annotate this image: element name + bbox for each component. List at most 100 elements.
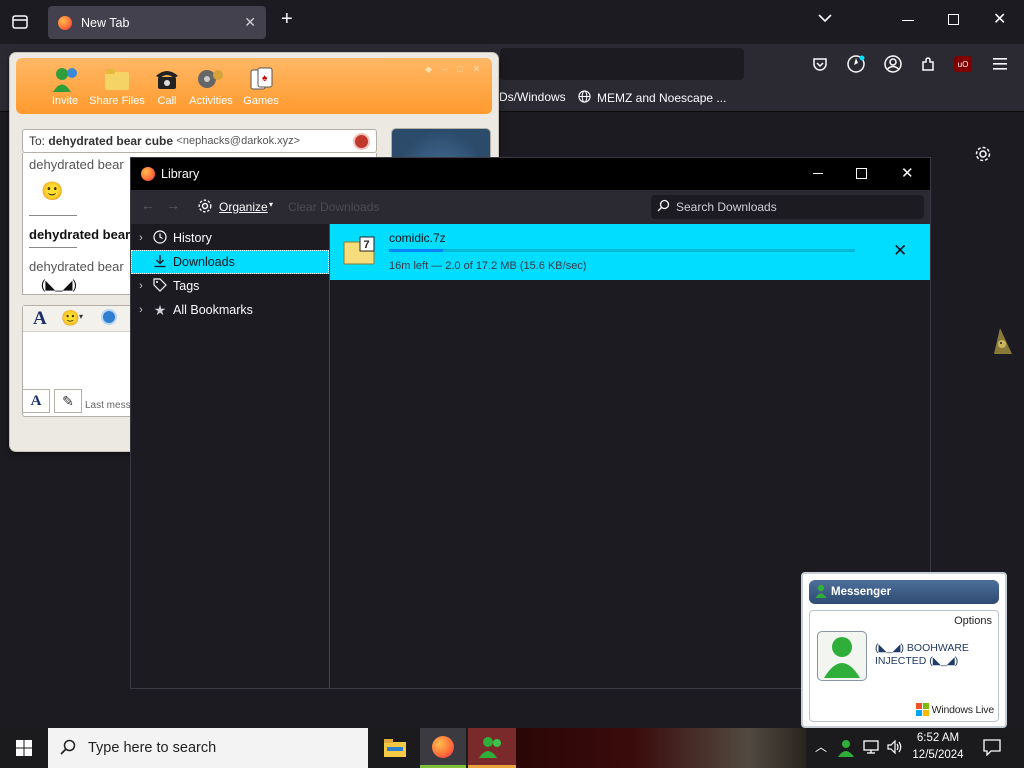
phone-icon xyxy=(156,71,178,89)
folder-icon xyxy=(384,739,406,757)
extensions-icon[interactable] xyxy=(914,50,942,78)
chevron-down-icon: ▾ xyxy=(269,200,274,209)
download-item[interactable]: 7 comidic.7z 16m left — 2.0 of 17.2 MB (… xyxy=(330,224,930,280)
messenger-buddy-icon xyxy=(479,736,501,758)
browser-tab[interactable]: New Tab ✕ xyxy=(48,6,266,39)
divider xyxy=(29,247,77,248)
library-maximize-icon[interactable] xyxy=(856,168,867,179)
library-title-bar: Library ✕ xyxy=(131,158,930,190)
window-close-icon[interactable]: ✕ xyxy=(993,9,1006,29)
account-icon[interactable] xyxy=(879,50,907,78)
invite-icon xyxy=(53,68,77,92)
tab-close-icon[interactable]: ✕ xyxy=(244,14,256,31)
messenger-tray-icon[interactable] xyxy=(838,739,854,760)
download-progress-track xyxy=(389,249,855,252)
url-bar[interactable] xyxy=(500,48,744,80)
toast-message: (◣_◢) BOOHWARE INJECTED (◣_◢) xyxy=(875,642,969,667)
clock-time[interactable]: 6:52 AM xyxy=(906,732,970,744)
toast-header: Messenger xyxy=(809,580,999,604)
cancel-download-icon[interactable]: ✕ xyxy=(893,241,907,261)
back-arrow-icon[interactable]: ← xyxy=(141,197,155,213)
globe-icon xyxy=(578,90,591,106)
windows-icon xyxy=(16,740,32,756)
star-icon: ★ xyxy=(153,301,167,318)
bookmark-item[interactable]: Ds/Windows xyxy=(499,90,566,104)
pocket-icon[interactable] xyxy=(806,50,834,78)
svg-text:7: 7 xyxy=(364,239,370,251)
toast-options-link[interactable]: Options xyxy=(954,615,992,627)
msn-invite-button[interactable]: Invite xyxy=(36,65,94,107)
desktop-creature-icon xyxy=(990,326,1014,359)
voice-clip-icon[interactable] xyxy=(101,309,117,325)
chevron-right-icon[interactable]: › xyxy=(131,232,151,244)
msn-window-controls: ◆ – □ ✕ xyxy=(425,64,480,75)
msn-minimize-icon[interactable]: – xyxy=(442,64,447,75)
search-placeholder: Search Downloads xyxy=(676,200,777,214)
firefox-icon xyxy=(432,735,454,758)
notifications-icon[interactable] xyxy=(983,739,1001,759)
download-filename: comidic.7z xyxy=(389,231,446,245)
taskbar-firefox[interactable] xyxy=(420,728,466,768)
restore-icon[interactable] xyxy=(948,14,959,25)
show-hidden-icons-icon[interactable]: ︿ xyxy=(815,738,827,755)
font-icon[interactable]: A xyxy=(33,308,47,330)
contact-email: <nephacks@darkok.xyz> xyxy=(176,135,301,147)
firefox-icon xyxy=(58,15,72,30)
taskbar-msn-messenger[interactable] xyxy=(468,728,516,768)
new-tab-button[interactable]: + xyxy=(281,8,293,31)
clock-date[interactable]: 12/5/2024 xyxy=(906,749,970,761)
sync-icon[interactable] xyxy=(842,50,870,78)
volume-icon[interactable] xyxy=(887,739,903,757)
emoticon-picker-icon[interactable]: 🙂 xyxy=(61,309,80,327)
firefox-icon xyxy=(141,167,155,181)
last-message-status: Last mess xyxy=(85,400,131,411)
chevron-down-icon[interactable]: ▾ xyxy=(79,312,83,321)
msn-games-button[interactable]: ♠ Games xyxy=(232,65,290,107)
start-button[interactable] xyxy=(0,728,48,768)
bookmark-item[interactable]: MEMZ and Noescape ... xyxy=(578,90,726,106)
menu-icon[interactable] xyxy=(986,50,1014,78)
library-close-icon[interactable]: ✕ xyxy=(901,164,914,182)
font-tab-icon[interactable]: A xyxy=(22,389,50,413)
taskbar-search-placeholder: Type here to search xyxy=(88,740,217,756)
taskbar-search-box[interactable]: Type here to search xyxy=(48,728,368,768)
organize-menu-button[interactable]: Organize xyxy=(219,200,268,214)
sidebar-item-all-bookmarks[interactable]: › ★ All Bookmarks xyxy=(131,298,329,322)
search-downloads-input[interactable]: Search Downloads xyxy=(651,195,924,219)
network-icon[interactable] xyxy=(863,740,879,757)
msn-close-icon[interactable]: ✕ xyxy=(472,64,480,75)
ublock-icon[interactable]: uO xyxy=(954,56,972,72)
conversation-line: dehydrated bear xyxy=(29,259,124,274)
clear-downloads-button[interactable]: Clear Downloads xyxy=(288,200,379,214)
windows-flag-icon xyxy=(915,703,929,716)
toast-title: Messenger xyxy=(831,586,892,598)
taskbar-file-explorer[interactable] xyxy=(372,728,418,768)
chevron-right-icon[interactable]: › xyxy=(131,304,151,316)
msn-maximize-icon[interactable]: □ xyxy=(457,64,462,75)
divider xyxy=(29,215,77,216)
tab-list-icon[interactable] xyxy=(6,8,34,36)
settings-gear-icon[interactable] xyxy=(974,145,992,166)
search-icon xyxy=(657,199,670,215)
download-icon xyxy=(151,254,169,271)
sidebar-item-history[interactable]: › History xyxy=(131,226,329,250)
sender-avatar xyxy=(817,631,867,681)
block-contact-icon[interactable] xyxy=(353,133,370,150)
library-minimize-icon[interactable] xyxy=(813,173,823,174)
messenger-toast[interactable]: Messenger Options (◣_◢) BOOHWARE INJECTE… xyxy=(801,572,1007,728)
sidebar-item-tags[interactable]: › Tags xyxy=(131,274,329,298)
conversation-line: dehydrated bear xyxy=(29,157,124,172)
library-title: Library xyxy=(161,167,200,181)
folder-icon xyxy=(105,69,129,90)
chevron-right-icon[interactable]: › xyxy=(131,280,151,292)
forward-arrow-icon[interactable]: → xyxy=(166,197,180,213)
list-all-tabs-icon[interactable] xyxy=(818,12,832,26)
minimize-icon[interactable] xyxy=(902,20,914,21)
messenger-buddy-icon xyxy=(824,637,860,678)
archive-file-icon: 7 xyxy=(343,236,377,269)
taskbar: Type here to search ︿ 6:52 AM 12/5/2024 xyxy=(0,728,1024,768)
sidebar-item-downloads[interactable]: Downloads xyxy=(131,250,329,274)
tag-icon xyxy=(151,277,169,295)
handwriting-tab-icon[interactable]: ✎ xyxy=(54,389,82,413)
msn-tool-icon[interactable]: ◆ xyxy=(425,64,432,75)
